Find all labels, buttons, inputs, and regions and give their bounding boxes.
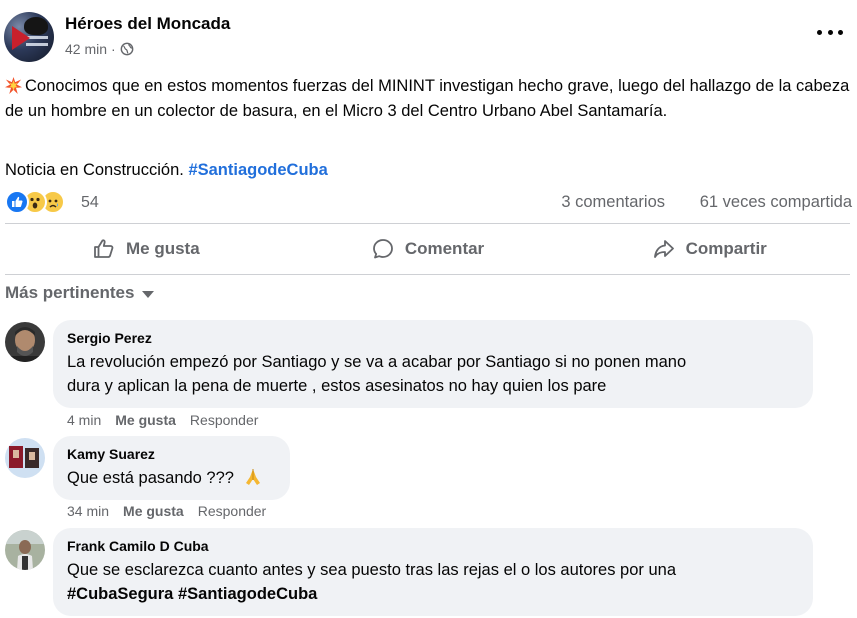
comment-reply-button[interactable]: Responder — [190, 412, 259, 428]
share-label: Compartir — [685, 239, 767, 258]
share-arrow-icon — [653, 240, 674, 258]
comment-time[interactable]: 34 min — [67, 503, 109, 519]
hashtag-link[interactable]: #CubaSegura — [67, 585, 173, 603]
folded-hands-icon — [245, 469, 260, 485]
meta-separator: · — [111, 41, 116, 57]
chevron-down-icon — [142, 291, 155, 298]
comment-sort-dropdown[interactable]: Más pertinentes — [5, 283, 155, 303]
collision-emoji-icon — [5, 77, 22, 94]
comment-actions: 34 min Me gusta Responder — [67, 503, 266, 519]
divider — [5, 274, 850, 275]
post-body-text: Conocimos que en estos momentos fuerzas … — [5, 77, 850, 120]
avatar[interactable] — [5, 322, 45, 362]
comment-count[interactable]: 3 comentarios — [561, 193, 665, 212]
like-reaction-icon — [5, 190, 29, 214]
comment-bubble-icon — [372, 239, 393, 259]
comment-reply-button[interactable]: Responder — [198, 503, 267, 519]
comment-text-line: La revolución empezó por Santiago y se v… — [67, 353, 687, 371]
comment-text-line: #CubaSegura #SantiagodeCuba — [67, 582, 799, 606]
comment-button[interactable]: Comentar — [287, 226, 569, 272]
comment-actions: 4 min Me gusta Responder — [67, 412, 258, 428]
post-time[interactable]: 42 min — [65, 41, 107, 57]
avatar[interactable] — [5, 530, 45, 570]
thumbs-up-icon — [94, 239, 114, 258]
page-name[interactable]: Héroes del Moncada — [65, 14, 230, 34]
comment-label: Comentar — [404, 239, 485, 258]
comment-text-line: dura y aplican la pena de muerte , estos… — [67, 377, 607, 395]
share-button[interactable]: Compartir — [568, 226, 850, 272]
post-header: Héroes del Moncada 42 min · — [4, 12, 853, 64]
post-actions: Me gusta Comentar Compartir — [5, 226, 850, 272]
like-button[interactable]: Me gusta — [5, 226, 287, 272]
comment-text: Que está pasando ??? — [67, 466, 276, 490]
post-text-secondary: Noticia en Construcción. #SantiagodeCuba — [5, 158, 328, 182]
comment-bubble: Kamy Suarez Que está pasando ??? — [53, 436, 290, 500]
share-count[interactable]: 61 veces compartida — [700, 193, 852, 212]
comment-like-button[interactable]: Me gusta — [115, 412, 176, 428]
comment-author[interactable]: Kamy Suarez — [67, 446, 276, 462]
post-body-text2: Noticia en Construcción. — [5, 161, 184, 179]
avatar[interactable] — [5, 438, 45, 478]
comment-bubble: Frank Camilo D Cuba Que se esclarezca cu… — [53, 528, 813, 616]
comment-text: La revolución empezó por Santiago y se v… — [67, 350, 799, 398]
page-avatar[interactable] — [4, 12, 54, 62]
comment-text-line: Que está pasando ??? — [67, 469, 234, 487]
reaction-icons[interactable] — [5, 190, 77, 214]
comment-text: Que se esclarezca cuanto antes y sea pue… — [67, 558, 799, 606]
sort-label: Más pertinentes — [5, 283, 135, 302]
comment-text-line: Que se esclarezca cuanto antes y sea pue… — [67, 561, 677, 579]
comment-author[interactable]: Sergio Perez — [67, 330, 799, 346]
more-options-icon[interactable] — [817, 22, 843, 42]
hashtag-link[interactable]: #SantiagodeCuba — [188, 161, 327, 179]
globe-icon — [120, 42, 134, 56]
comment-author[interactable]: Frank Camilo D Cuba — [67, 538, 799, 554]
comment-bubble: Sergio Perez La revolución empezó por Sa… — [53, 320, 813, 408]
divider — [5, 223, 850, 224]
post-meta: 42 min · — [65, 41, 134, 57]
reaction-count[interactable]: 54 — [81, 194, 99, 212]
post-text: Conocimos que en estos momentos fuerzas … — [5, 74, 853, 123]
like-label: Me gusta — [125, 239, 200, 258]
comment-time[interactable]: 4 min — [67, 412, 101, 428]
reactions-row: 54 3 comentarios 61 veces compartida — [5, 190, 852, 216]
comment-like-button[interactable]: Me gusta — [123, 503, 184, 519]
hashtag-link[interactable]: #SantiagodeCuba — [178, 585, 317, 603]
